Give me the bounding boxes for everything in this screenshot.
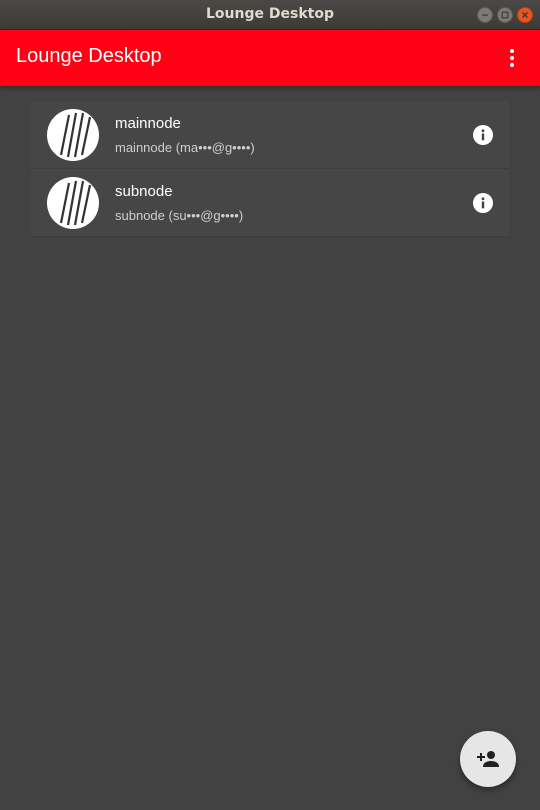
maximize-icon	[501, 11, 509, 19]
striped-avatar-icon	[59, 180, 92, 226]
minimize-button[interactable]	[477, 7, 493, 23]
add-account-button[interactable]	[460, 731, 516, 787]
person-add-icon	[477, 751, 499, 767]
app-bar: Lounge Desktop	[0, 30, 540, 86]
close-icon	[522, 12, 528, 18]
striped-avatar-icon	[59, 112, 92, 158]
info-button[interactable]	[473, 125, 493, 145]
avatar	[47, 109, 99, 161]
info-icon	[481, 129, 485, 141]
more-vert-icon[interactable]	[500, 46, 524, 70]
app-title: Lounge Desktop	[16, 45, 162, 67]
account-list: mainnode mainnode (ma•••@g••••) subnode …	[31, 101, 509, 237]
maximize-button[interactable]	[497, 7, 513, 23]
avatar	[47, 177, 99, 229]
more-dot	[510, 56, 514, 60]
account-item-mainnode[interactable]: mainnode mainnode (ma•••@g••••)	[31, 101, 509, 169]
account-name: subnode	[115, 183, 173, 200]
account-subtitle: mainnode (ma•••@g••••)	[115, 140, 255, 155]
info-icon	[481, 197, 485, 209]
app-window: Lounge Desktop Lounge Desktop mainnode m…	[0, 0, 540, 810]
more-dot	[510, 63, 514, 67]
more-dot	[510, 49, 514, 53]
window-title: Lounge Desktop	[206, 6, 334, 22]
account-item-subnode[interactable]: subnode subnode (su•••@g••••)	[31, 169, 509, 237]
account-subtitle: subnode (su•••@g••••)	[115, 208, 244, 223]
account-name: mainnode	[115, 115, 181, 132]
window-titlebar[interactable]: Lounge Desktop	[0, 0, 540, 30]
minimize-icon	[482, 14, 488, 16]
close-window-button[interactable]	[517, 7, 533, 23]
info-button[interactable]	[473, 193, 493, 213]
